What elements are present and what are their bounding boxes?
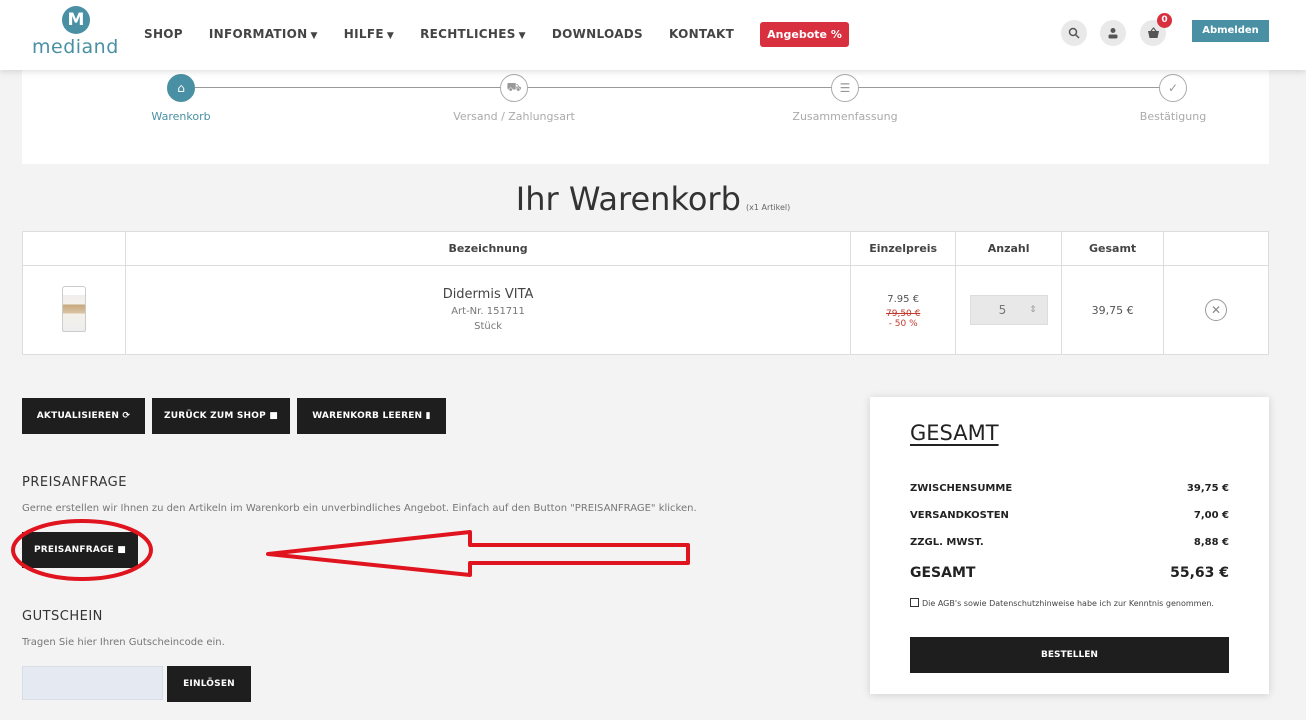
remove-item-icon[interactable]: ✕ bbox=[1205, 299, 1228, 321]
basket-icon[interactable]: ⌂ bbox=[167, 74, 195, 102]
user-icon[interactable] bbox=[1100, 20, 1126, 46]
search-icon[interactable] bbox=[1061, 20, 1087, 46]
col-image bbox=[22, 231, 126, 266]
page-title: Ihr Warenkorb (x1 Artikel) bbox=[0, 180, 1306, 218]
unit-price-cell: 7.95 € 79,50 € - 50 % bbox=[850, 265, 957, 355]
price-request-button[interactable]: PREISANFRAGE ■ bbox=[22, 532, 138, 568]
quote-section-title: PREISANFRAGE bbox=[22, 475, 127, 490]
clear-cart-button[interactable]: WARENKORB LEEREN ▮ bbox=[297, 398, 446, 434]
col-anzahl: Anzahl bbox=[955, 231, 1063, 266]
summary-row-total: GESAMT 55,63 € bbox=[910, 565, 1229, 581]
col-gesamt: Gesamt bbox=[1061, 231, 1165, 266]
order-summary: GESAMT ZWISCHENSUMME 39,75 € VERSANDKOSTE… bbox=[870, 397, 1269, 694]
cart-icon[interactable]: 0 bbox=[1140, 13, 1172, 46]
product-image[interactable] bbox=[61, 285, 86, 332]
step-label-bestaetigung: Bestätigung bbox=[1139, 110, 1207, 123]
col-remove bbox=[1163, 231, 1269, 266]
bag-icon: ■ bbox=[269, 411, 279, 421]
cart-table: Bezeichnung Einzelpreis Anzahl Gesamt Di… bbox=[22, 231, 1269, 355]
page-title-text: Ihr Warenkorb bbox=[515, 180, 741, 218]
col-einzelpreis: Einzelpreis bbox=[850, 231, 957, 266]
main-nav: SHOP INFORMATION ▼ HILFE ▼ RECHTLICHES ▼ DO… bbox=[144, 20, 849, 48]
truck-icon: ⛟ bbox=[500, 74, 528, 102]
nav-information[interactable]: INFORMATION ▼ bbox=[209, 27, 318, 41]
voucher-input[interactable] bbox=[22, 666, 163, 700]
summary-row-vat: ZZGL. MWST. 8,88 € bbox=[910, 537, 1229, 548]
annotation-arrow bbox=[266, 530, 690, 577]
nav-downloads[interactable]: DOWNLOADS bbox=[552, 27, 643, 41]
step-label-zusammenfassung: Zusammenfassung bbox=[792, 110, 898, 123]
nav-hilfe[interactable]: HILFE ▼ bbox=[344, 27, 394, 41]
terms-checkbox-row[interactable]: Die AGB's sowie Datenschutzhinweise habe… bbox=[910, 597, 1230, 611]
redeem-voucher-button[interactable]: EINLÖSEN bbox=[167, 666, 251, 702]
voucher-section-text: Tragen Sie hier Ihren Gutscheincode ein. bbox=[22, 637, 225, 648]
table-header-row: Bezeichnung Einzelpreis Anzahl Gesamt bbox=[22, 231, 1269, 266]
quote-section-text: Gerne erstellen wir Ihnen zu den Artikel… bbox=[22, 503, 697, 514]
summary-row-shipping: VERSANDKOSTEN 7,00 € bbox=[910, 510, 1229, 521]
discount-label: - 50 % bbox=[888, 319, 918, 329]
step-label-warenkorb: Warenkorb bbox=[151, 110, 211, 123]
quantity-stepper[interactable]: 5 ⇕ bbox=[969, 295, 1048, 325]
nav-offers-button[interactable]: Angebote % bbox=[760, 21, 849, 47]
caret-down-icon: ▼ bbox=[518, 31, 526, 41]
update-cart-button[interactable]: AKTUALISIEREN ⟳ bbox=[22, 398, 145, 434]
logout-button[interactable]: Abmelden bbox=[1192, 20, 1269, 42]
spinner-arrows-icon[interactable]: ⇕ bbox=[1029, 305, 1037, 315]
logo-text: mediand bbox=[32, 36, 119, 58]
stepper-line bbox=[195, 87, 1173, 88]
back-to-shop-button[interactable]: ZURÜCK ZUM SHOP ■ bbox=[152, 398, 290, 434]
trash-icon: ▮ bbox=[425, 411, 431, 421]
line-total-cell: 39,75 € bbox=[1061, 265, 1165, 355]
product-description-cell: Didermis VITA Art-Nr. 151711 Stück bbox=[124, 265, 852, 355]
product-unit: Stück bbox=[474, 321, 502, 332]
caret-down-icon: ▼ bbox=[386, 31, 395, 41]
caret-down-icon: ▼ bbox=[310, 31, 318, 41]
unit-price: 7.95 € bbox=[887, 294, 920, 305]
table-row: Didermis VITA Art-Nr. 151711 Stück 7.95 … bbox=[22, 265, 1269, 355]
logo[interactable]: M mediand bbox=[30, 6, 130, 62]
cart-count-badge: 0 bbox=[1157, 13, 1172, 28]
item-count: (x1 Artikel) bbox=[745, 203, 791, 212]
col-bezeichnung: Bezeichnung bbox=[124, 231, 852, 266]
remove-cell: ✕ bbox=[1163, 265, 1269, 355]
voucher-section-title: GUTSCHEIN bbox=[22, 609, 103, 624]
quantity-cell: 5 ⇕ bbox=[955, 265, 1063, 355]
step-label-versand: Versand / Zahlungsart bbox=[453, 110, 575, 123]
summary-row-subtotal: ZWISCHENSUMME 39,75 € bbox=[910, 483, 1229, 494]
terms-checkbox[interactable] bbox=[910, 598, 919, 607]
product-art-nr: Art-Nr. 151711 bbox=[451, 306, 525, 317]
old-price: 79,50 € bbox=[886, 309, 921, 319]
nav-rechtliches[interactable]: RECHTLICHES ▼ bbox=[420, 27, 526, 41]
line-total: 39,75 € bbox=[1091, 303, 1134, 317]
site-header: M mediand SHOP INFORMATION ▼ HILFE ▼ RECHT… bbox=[0, 0, 1306, 70]
refresh-icon: ⟳ bbox=[122, 411, 131, 421]
product-name[interactable]: Didermis VITA bbox=[126, 286, 850, 304]
summary-title: GESAMT bbox=[910, 421, 999, 445]
checkout-stepper: ⌂ Warenkorb ⛟ Versand / Zahlungsart ☰ Zu… bbox=[22, 70, 1269, 164]
nav-kontakt[interactable]: KONTAKT bbox=[669, 27, 734, 41]
list-icon: ☰ bbox=[831, 74, 859, 102]
terms-label: Die AGB's sowie Datenschutzhinweise habe… bbox=[922, 599, 1214, 608]
logo-icon: M bbox=[62, 6, 90, 34]
quantity-value: 5 bbox=[998, 303, 1007, 317]
bag-icon: ■ bbox=[117, 545, 127, 555]
product-image-cell bbox=[22, 265, 126, 355]
nav-shop[interactable]: SHOP bbox=[144, 27, 183, 41]
check-icon: ✓ bbox=[1159, 74, 1187, 102]
order-button[interactable]: BESTELLEN bbox=[910, 637, 1229, 673]
